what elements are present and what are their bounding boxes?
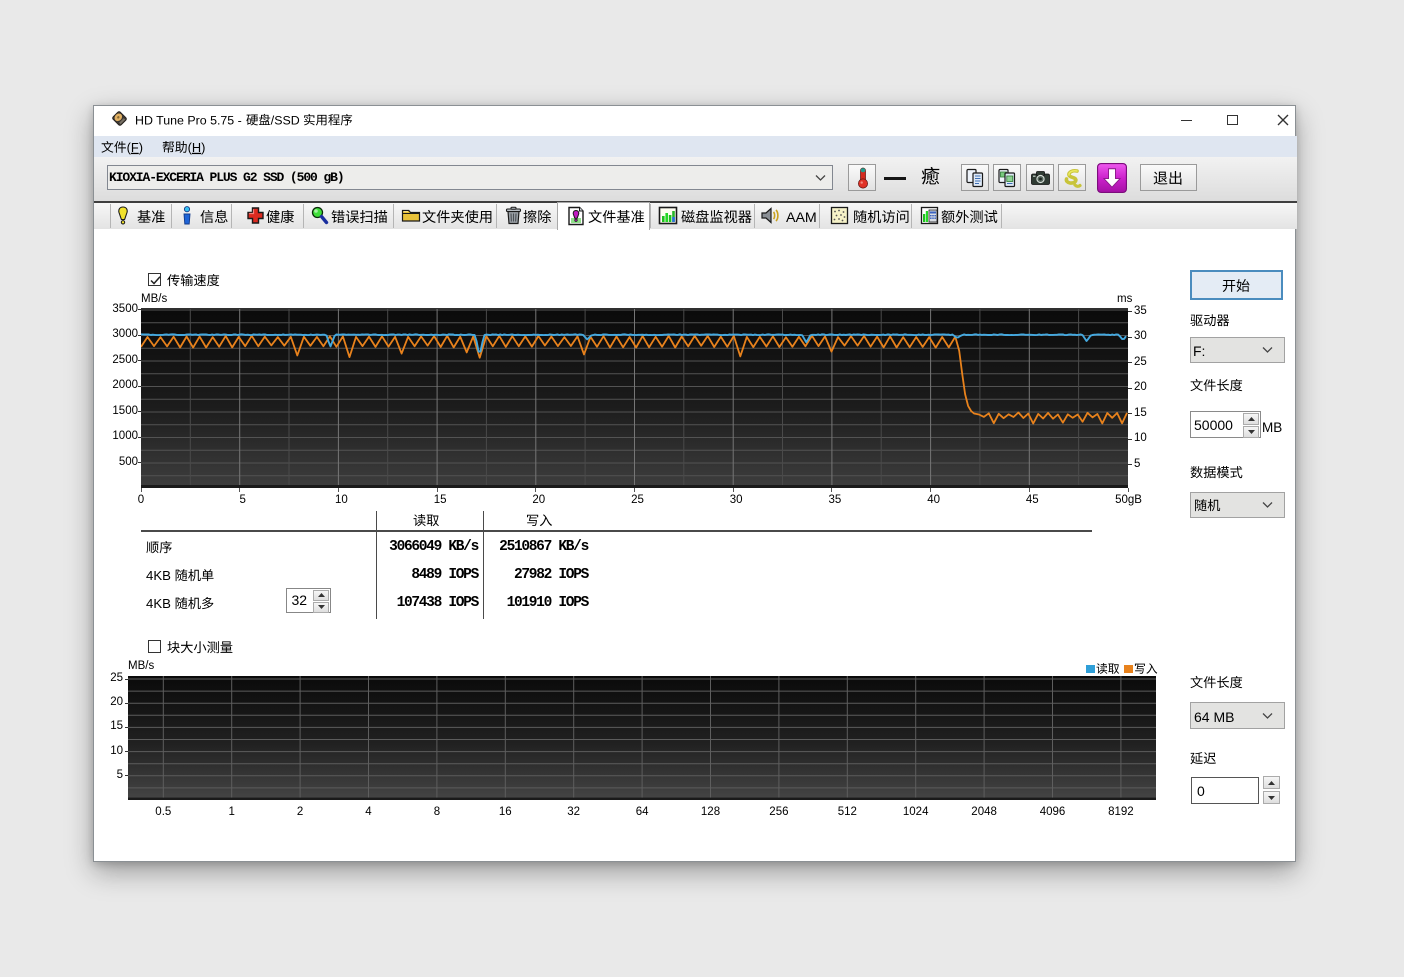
svg-text:): ) (139, 139, 143, 154)
svg-text:HD Tune Pro 5.75 -: HD Tune Pro 5.75 - (135, 113, 242, 127)
svg-text:AAM: AAM (786, 210, 817, 226)
svg-text:): ) (201, 139, 205, 154)
svg-text:4KB: 4KB (146, 596, 171, 611)
svg-text:H: H (192, 139, 201, 154)
svg-text:4KB: 4KB (146, 568, 171, 583)
svg-text:F: F (131, 139, 139, 154)
svg-text:/SSD: /SSD (271, 113, 300, 127)
